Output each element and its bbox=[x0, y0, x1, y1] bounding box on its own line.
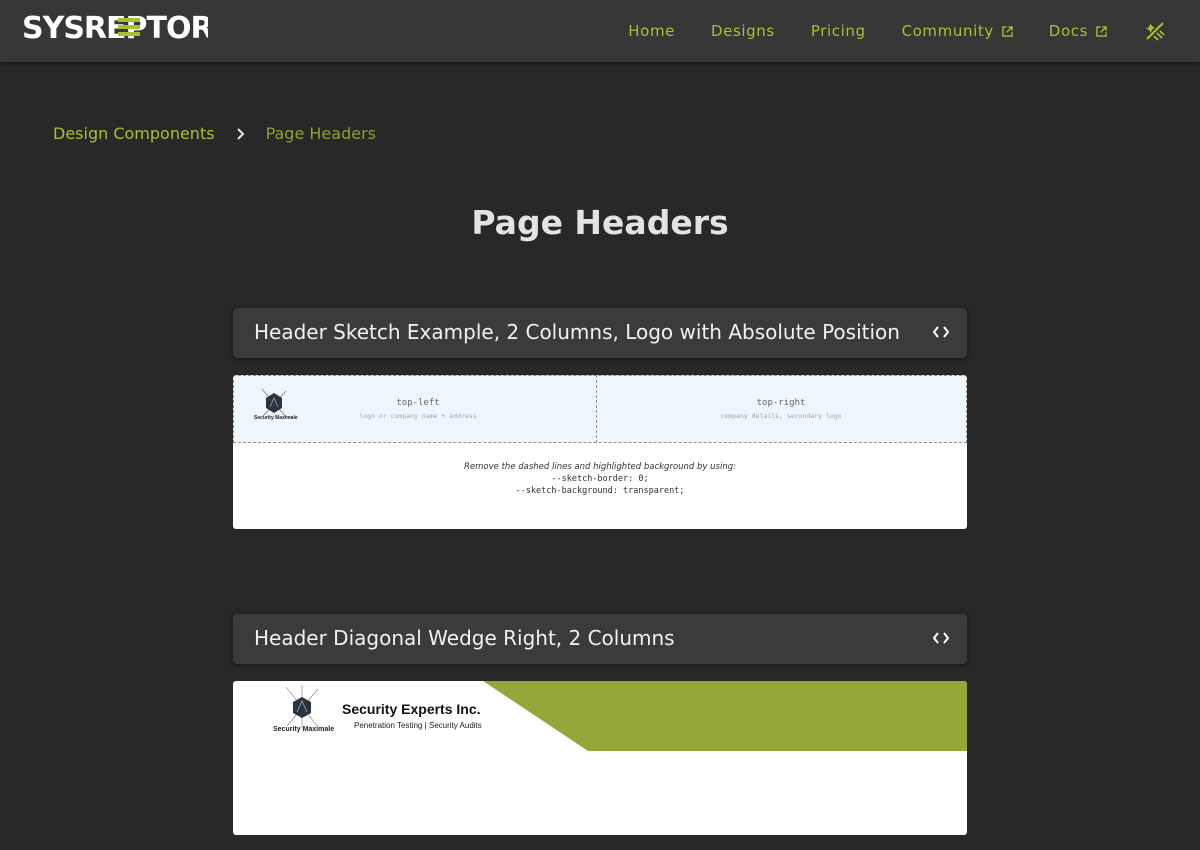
sketch-note-line2: --sketch-border: 0; bbox=[551, 474, 649, 484]
nav-designs[interactable]: Designs bbox=[711, 22, 775, 40]
section-title: Header Diagonal Wedge Right, 2 Columns bbox=[254, 626, 675, 650]
code-icon[interactable] bbox=[933, 631, 949, 645]
top-left-sublabel: logo or company name + address bbox=[359, 412, 477, 420]
svg-text:SYSREPTOR: SYSREPTOR bbox=[22, 11, 208, 43]
sketch-note-line1: Remove the dashed lines and highlighted … bbox=[464, 462, 736, 472]
section-header-diagonal-wedge[interactable]: Header Diagonal Wedge Right, 2 Columns bbox=[233, 614, 967, 664]
section-header-sketch-example[interactable]: Header Sketch Example, 2 Columns, Logo w… bbox=[233, 308, 967, 358]
nav-links: Home Designs Pricing Community Docs bbox=[628, 0, 1200, 62]
page-title: Page Headers bbox=[471, 203, 729, 242]
sketch-column-divider bbox=[596, 375, 597, 443]
security-maximale-logo-icon bbox=[285, 685, 319, 729]
nav-pricing[interactable]: Pricing bbox=[811, 22, 866, 40]
sketch-highlight-area bbox=[233, 375, 967, 443]
top-navbar: SYSREPTOR Home Designs Pricing Community… bbox=[0, 0, 1200, 62]
breadcrumb: Design Components Page Headers bbox=[53, 124, 376, 143]
breadcrumb-parent-link[interactable]: Design Components bbox=[53, 124, 215, 143]
external-link-icon bbox=[1002, 25, 1013, 37]
company-tagline: Penetration Testing | Security Audits bbox=[354, 721, 482, 730]
nav-home[interactable]: Home bbox=[628, 22, 675, 40]
code-icon[interactable] bbox=[933, 325, 949, 339]
top-right-sublabel: company details, secondary logo bbox=[720, 412, 842, 420]
nav-docs[interactable]: Docs bbox=[1049, 22, 1107, 40]
top-right-label: top-right bbox=[756, 398, 806, 408]
section-title: Header Sketch Example, 2 Columns, Logo w… bbox=[254, 320, 900, 344]
nav-community[interactable]: Community bbox=[902, 22, 1013, 40]
logo-text: Security Maximale bbox=[273, 726, 335, 733]
preview-sketch-example: Security Maximale top-left logo or compa… bbox=[233, 375, 967, 529]
sketch-note-line3: --sketch-background: transparent; bbox=[515, 486, 685, 496]
chevron-right-icon bbox=[236, 127, 244, 140]
company-name: Security Experts Inc. bbox=[342, 701, 481, 717]
theme-toggle-icon[interactable] bbox=[1143, 19, 1167, 43]
top-left-label: top-left bbox=[396, 398, 440, 408]
logo-text: Security Maximale bbox=[254, 415, 298, 421]
sysreptor-logo[interactable]: SYSREPTOR bbox=[22, 9, 208, 43]
breadcrumb-current: Page Headers bbox=[265, 124, 376, 143]
external-link-icon bbox=[1096, 25, 1107, 37]
preview-diagonal-wedge: Security Maximale Security Experts Inc. … bbox=[233, 681, 967, 835]
